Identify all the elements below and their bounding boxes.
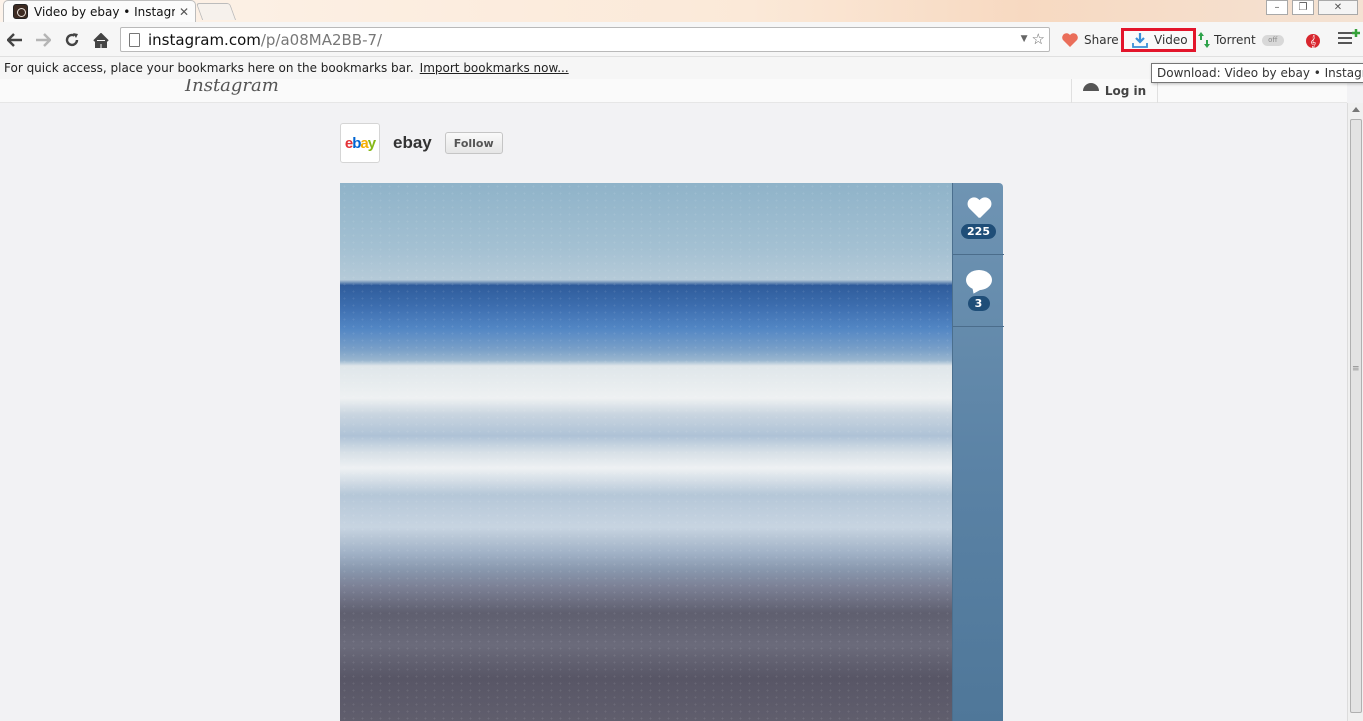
forward-arrow-icon[interactable] bbox=[33, 30, 53, 50]
post-author: ebay ebay Follow bbox=[340, 123, 503, 163]
download-icon bbox=[1132, 33, 1148, 48]
chrome-menu-icon[interactable] bbox=[1338, 32, 1352, 47]
url-text[interactable]: instagram.com/p/a08MA2BB-7/ bbox=[148, 31, 382, 49]
share-label: Share bbox=[1084, 33, 1119, 47]
torrent-extension-button[interactable]: Torrent off bbox=[1198, 28, 1284, 52]
tab-title: Video by ebay • Instagram bbox=[34, 4, 175, 19]
heart-share-icon bbox=[1062, 33, 1078, 47]
user-icon bbox=[1082, 83, 1099, 91]
bookmarks-message: For quick access, place your bookmarks h… bbox=[4, 61, 414, 75]
page-icon bbox=[129, 32, 140, 47]
back-arrow-icon[interactable] bbox=[5, 30, 25, 50]
bookmark-star-icon[interactable]: ☆ bbox=[1032, 30, 1045, 48]
post-actions-sidebar: 225 3 bbox=[952, 183, 1004, 721]
avatar[interactable]: ebay bbox=[340, 123, 380, 163]
update-plus-icon bbox=[1352, 26, 1360, 37]
post-video[interactable] bbox=[340, 183, 952, 721]
heart-icon[interactable] bbox=[967, 198, 991, 220]
download-tooltip: Download: Video by ebay • Instagram bbox=[1151, 63, 1363, 83]
instagram-header: Instagram Log in bbox=[0, 79, 1347, 103]
comment-icon[interactable] bbox=[965, 270, 992, 290]
follow-button[interactable]: Follow bbox=[444, 132, 503, 154]
login-label: Log in bbox=[1104, 84, 1147, 98]
tab-close-icon[interactable]: ✕ bbox=[179, 5, 189, 19]
new-tab-button[interactable] bbox=[195, 3, 237, 20]
music-extension-icon[interactable]: 𝄞 bbox=[1304, 28, 1322, 52]
share-extension-button[interactable]: Share bbox=[1061, 28, 1119, 52]
vertical-scrollbar[interactable] bbox=[1347, 103, 1363, 721]
window-titlebar: Video by ebay • Instagram ✕ – ❐ ✕ bbox=[0, 0, 1363, 22]
torrent-arrows-icon bbox=[1198, 32, 1210, 48]
comment-section[interactable]: 3 bbox=[953, 255, 1004, 327]
scroll-up-arrow-icon[interactable] bbox=[1352, 107, 1360, 112]
like-section[interactable]: 225 bbox=[953, 183, 1004, 255]
svg-text:𝄞: 𝄞 bbox=[1310, 35, 1317, 48]
torrent-toggle[interactable]: off bbox=[1261, 34, 1284, 46]
close-window-button[interactable]: ✕ bbox=[1318, 0, 1358, 15]
video-label: Video bbox=[1154, 33, 1188, 47]
reload-icon[interactable] bbox=[62, 30, 82, 50]
home-icon[interactable] bbox=[91, 30, 111, 50]
browser-toolbar: instagram.com/p/a08MA2BB-7/ ▼ ☆ Share Vi… bbox=[0, 22, 1363, 57]
download-video-button[interactable]: Video bbox=[1121, 28, 1196, 52]
instagram-favicon-icon bbox=[13, 4, 28, 19]
minimize-button[interactable]: – bbox=[1266, 0, 1288, 15]
browser-tab-active[interactable]: Video by ebay • Instagram ✕ bbox=[3, 0, 196, 22]
import-bookmarks-link[interactable]: Import bookmarks now... bbox=[420, 61, 569, 75]
instagram-logo[interactable]: Instagram bbox=[185, 79, 279, 96]
restore-button[interactable]: ❐ bbox=[1292, 0, 1314, 15]
likes-count: 225 bbox=[961, 224, 996, 239]
username[interactable]: ebay bbox=[393, 133, 432, 153]
dropdown-caret-icon[interactable]: ▼ bbox=[1021, 34, 1028, 44]
comments-count: 3 bbox=[967, 296, 990, 311]
torrent-label: Torrent bbox=[1214, 33, 1256, 47]
address-bar[interactable]: instagram.com/p/a08MA2BB-7/ ▼ ☆ bbox=[120, 27, 1050, 52]
login-button[interactable]: Log in bbox=[1071, 79, 1158, 103]
scroll-thumb[interactable] bbox=[1350, 119, 1362, 713]
